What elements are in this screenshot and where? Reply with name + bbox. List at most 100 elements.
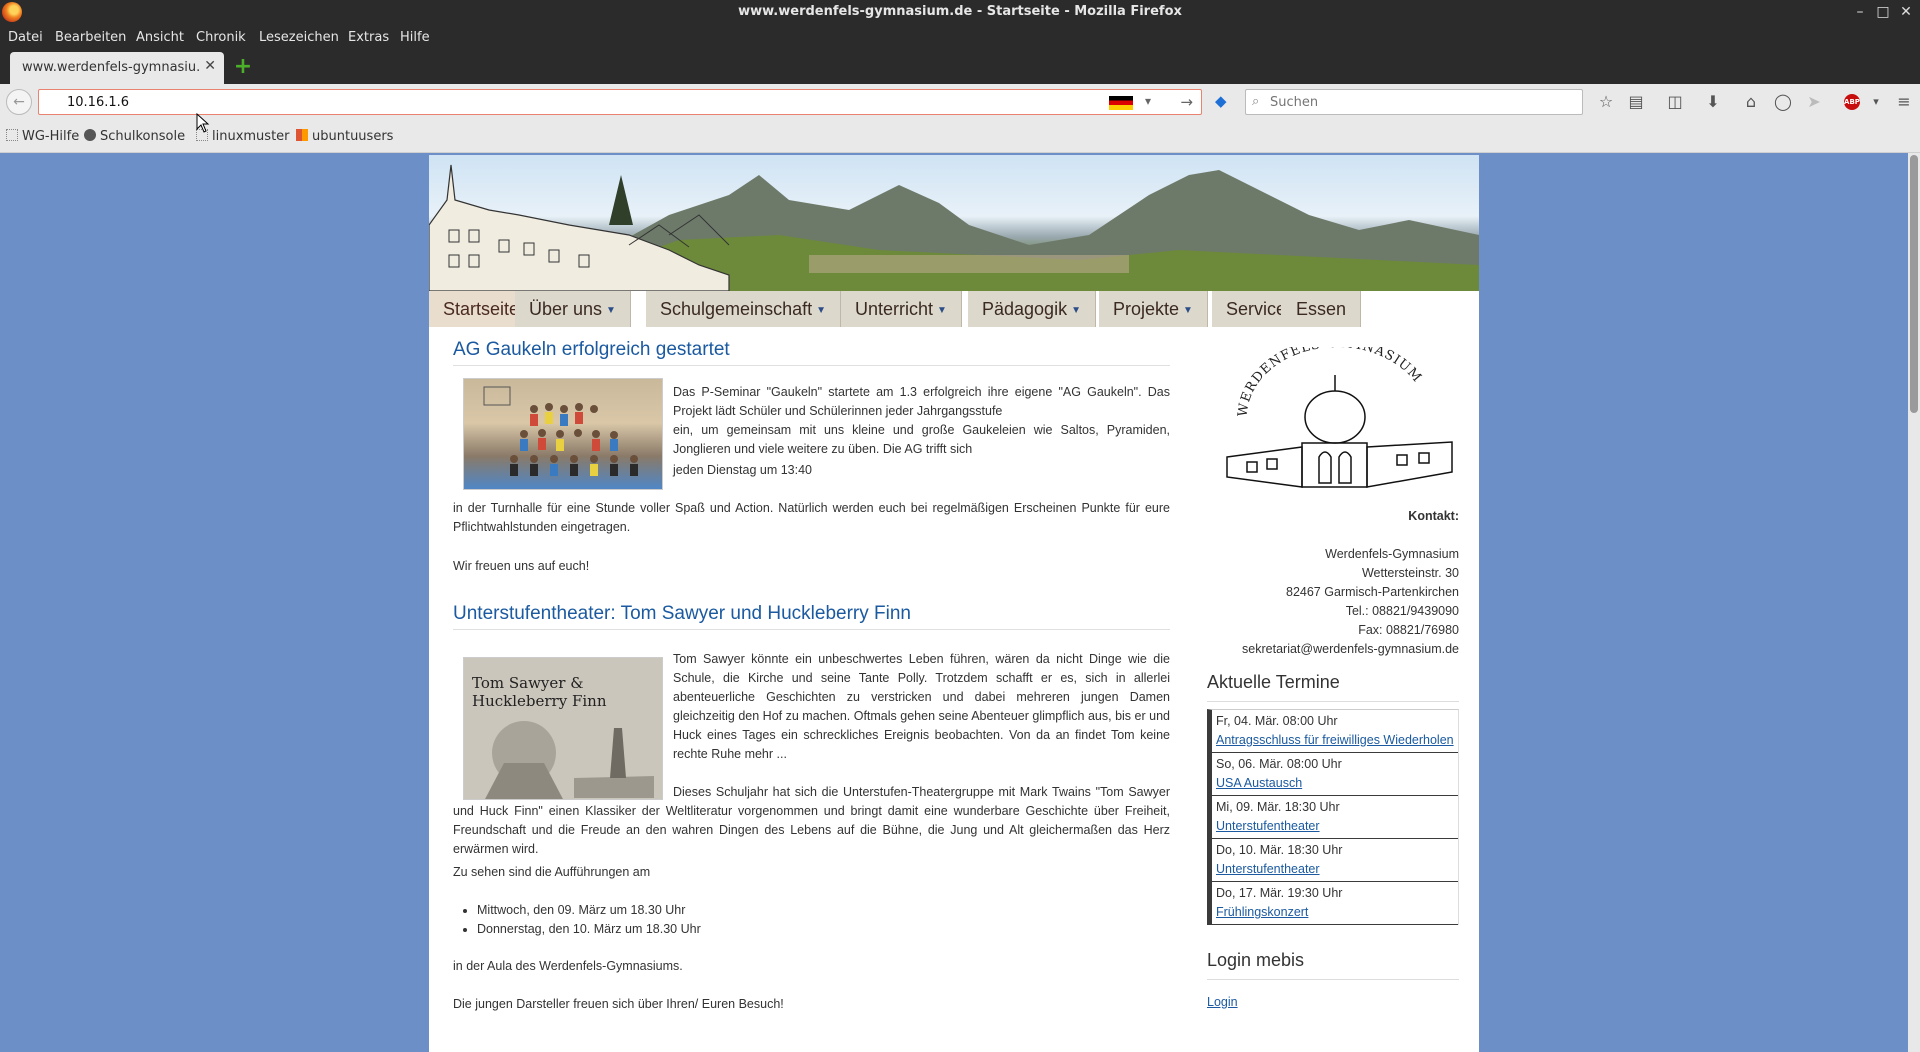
- search-icon: ⌕: [1252, 94, 1260, 109]
- event-item: Mi, 09. Mär. 18:30 Uhr Unterstufentheate…: [1212, 796, 1458, 839]
- nav-ueber-uns[interactable]: Über uns ▼: [515, 291, 631, 327]
- tab-bar: www.werdenfels-gymnasiu... ✕ +: [0, 52, 1920, 84]
- bookmark-star-icon[interactable]: ☆: [1595, 92, 1617, 114]
- menu-bearbeiten[interactable]: Bearbeiten: [55, 30, 126, 45]
- article-title-unterstufentheater[interactable]: Unterstufentheater: Tom Sawyer und Huckl…: [453, 602, 911, 626]
- contact-email[interactable]: sekretariat@werdenfels-gymnasium.de: [1242, 640, 1459, 659]
- nav-unterricht[interactable]: Unterricht ▼: [841, 291, 962, 327]
- contact-city: 82467 Garmisch-Partenkirchen: [1286, 585, 1459, 599]
- nav-label: Pädagogik: [982, 299, 1068, 319]
- menu-lesezeichen[interactable]: Lesezeichen: [259, 30, 339, 45]
- german-flag-icon[interactable]: [1109, 96, 1133, 110]
- event-date: Fr, 04. Mär. 08:00 Uhr: [1216, 714, 1338, 728]
- browser-tab[interactable]: www.werdenfels-gymnasiu... ✕: [10, 52, 224, 84]
- caret-down-icon: ▼: [1183, 305, 1193, 316]
- menu-ansicht[interactable]: Ansicht: [136, 30, 184, 45]
- event-link[interactable]: Unterstufentheater: [1216, 817, 1458, 836]
- scrollbar-thumb[interactable]: [1910, 155, 1918, 413]
- events-divider: [1207, 701, 1459, 702]
- nav-label: Schulgemeinschaft: [660, 299, 813, 319]
- ag-gaukeln-photo[interactable]: [463, 378, 663, 490]
- downloads-icon[interactable]: ⬇: [1702, 92, 1724, 114]
- bookmark-wg-hilfe[interactable]: WG-Hilfe: [6, 129, 79, 144]
- menu-hilfe[interactable]: Hilfe: [400, 30, 430, 45]
- url-bar[interactable]: 10.16.1.6 ▾ →: [38, 89, 1202, 115]
- event-item: So, 06. Mär. 08:00 Uhr USA Austausch: [1212, 753, 1458, 796]
- share-icon[interactable]: ➤: [1803, 92, 1825, 114]
- article-title-ag-gaukeln[interactable]: AG Gaukeln erfolgreich gestartet: [453, 338, 730, 362]
- nav-projekte[interactable]: Projekte ▼: [1099, 291, 1208, 327]
- new-tab-icon[interactable]: +: [232, 56, 254, 78]
- article-paragraph: Zu sehen sind die Aufführungen am: [453, 865, 651, 879]
- article-paragraph: in der Aula des Werdenfels-Gymnasiums.: [453, 959, 683, 973]
- reading-list-icon[interactable]: ▤: [1625, 92, 1647, 114]
- event-link[interactable]: Unterstufentheater: [1216, 860, 1458, 879]
- menu-chronik[interactable]: Chronik: [196, 30, 246, 45]
- caret-down-icon: ▼: [606, 305, 616, 316]
- contact-street: Wettersteinstr. 30: [1361, 566, 1459, 580]
- bookmark-label: ubuntuusers: [312, 129, 394, 144]
- nav-schulgemeinschaft[interactable]: Schulgemeinschaft ▼: [646, 291, 841, 327]
- home-icon[interactable]: ⌂: [1740, 92, 1762, 114]
- bookmark-schulkonsole[interactable]: Schulkonsole: [84, 129, 185, 144]
- hamburger-menu-icon[interactable]: ≡: [1893, 92, 1915, 114]
- nav-label: Startseite: [443, 299, 520, 319]
- event-link[interactable]: USA Austausch: [1216, 774, 1458, 793]
- events-list-container: Fr, 04. Mär. 08:00 Uhr Antragsschluss fü…: [1207, 709, 1459, 925]
- article-paragraph: Dieses Schuljahr hat sich die Unterstufe…: [453, 785, 1170, 856]
- page-icon: [6, 129, 18, 141]
- search-box[interactable]: ⌕: [1245, 89, 1583, 115]
- close-window-icon[interactable]: ✕: [1897, 3, 1915, 21]
- adblock-dropdown-icon[interactable]: ▾: [1865, 92, 1887, 114]
- login-heading: Login mebis: [1207, 950, 1305, 970]
- events-heading: Aktuelle Termine: [1207, 672, 1340, 692]
- tab-label: www.werdenfels-gymnasiu...: [22, 60, 200, 75]
- tab-close-icon[interactable]: ✕: [204, 58, 216, 74]
- event-date: Do, 10. Mär. 18:30 Uhr: [1216, 843, 1343, 857]
- bookmark-label: WG-Hilfe: [22, 129, 80, 144]
- title-divider: [453, 629, 1170, 630]
- list-item: Mittwoch, den 09. März um 18.30 Uhr: [477, 901, 701, 920]
- poster-title: Tom Sawyer & Huckleberry Finn: [472, 674, 607, 710]
- bookmarks-toolbar: WG-Hilfe Schulkonsole linuxmuster ubuntu…: [0, 120, 1920, 153]
- event-item: Do, 17. Mär. 19:30 Uhr Frühlingskonzert: [1212, 882, 1458, 925]
- back-icon[interactable]: ←: [6, 89, 32, 115]
- nav-label: Projekte: [1113, 299, 1180, 319]
- go-arrow-icon[interactable]: →: [1180, 93, 1193, 111]
- menu-extras[interactable]: Extras: [348, 30, 389, 45]
- url-text[interactable]: 10.16.1.6: [67, 95, 129, 110]
- menu-datei[interactable]: Datei: [8, 30, 43, 45]
- extension-icon[interactable]: ◆: [1215, 92, 1233, 110]
- school-logo: WERDENFELS-GYMNASIUM: [1207, 336, 1459, 499]
- login-link[interactable]: Login: [1207, 995, 1238, 1009]
- url-dropdown-icon[interactable]: ▾: [1145, 94, 1151, 108]
- event-item: Do, 10. Mär. 18:30 Uhr Unterstufentheate…: [1212, 839, 1458, 882]
- logo-text: WERDENFELS-GYMNASIUM: [1236, 336, 1424, 418]
- event-link[interactable]: Antragsschluss für freiwilliges Wiederho…: [1216, 731, 1458, 750]
- article-paragraph: in der Turnhalle für eine Stunde voller …: [453, 501, 1170, 534]
- theater-poster-image[interactable]: Tom Sawyer & Huckleberry Finn: [463, 657, 663, 800]
- svg-text:WERDENFELS-GYMNASIUM: WERDENFELS-GYMNASIUM: [1236, 347, 1425, 418]
- nav-essen[interactable]: Essen: [1282, 291, 1362, 327]
- chat-icon[interactable]: ◯: [1772, 92, 1794, 114]
- event-date: So, 06. Mär. 08:00 Uhr: [1216, 757, 1342, 771]
- bookmark-ubuntuusers[interactable]: ubuntuusers: [296, 129, 393, 144]
- adblock-icon[interactable]: ABP: [1844, 94, 1860, 110]
- search-input[interactable]: [1270, 93, 1570, 111]
- menu-bar: Datei Bearbeiten Ansicht Chronik Lesezei…: [0, 24, 1920, 52]
- maximize-icon[interactable]: □: [1874, 3, 1892, 21]
- header-banner: [429, 155, 1479, 291]
- bookmark-linuxmuster[interactable]: linuxmuster: [196, 129, 290, 144]
- nav-label: Über uns: [529, 299, 603, 319]
- performance-list: Mittwoch, den 09. März um 18.30 Uhr Donn…: [477, 901, 701, 939]
- navigation-toolbar: ← 10.16.1.6 ▾ → ◆ ⌕ ☆ ▤ ◫ ⬇ ⌂ ◯ ➤ ABP ▾ …: [0, 84, 1920, 120]
- nav-paedagogik[interactable]: Pädagogik ▼: [968, 291, 1096, 327]
- minimize-icon[interactable]: –: [1851, 3, 1869, 21]
- caret-down-icon: ▼: [937, 305, 947, 316]
- page-scrollbar[interactable]: [1908, 153, 1920, 1052]
- nav-label: Unterricht: [855, 299, 934, 319]
- globe-icon: [84, 129, 96, 141]
- ubuntuusers-icon: [296, 129, 308, 141]
- event-link[interactable]: Frühlingskonzert: [1216, 903, 1458, 922]
- pocket-icon[interactable]: ◫: [1664, 92, 1686, 114]
